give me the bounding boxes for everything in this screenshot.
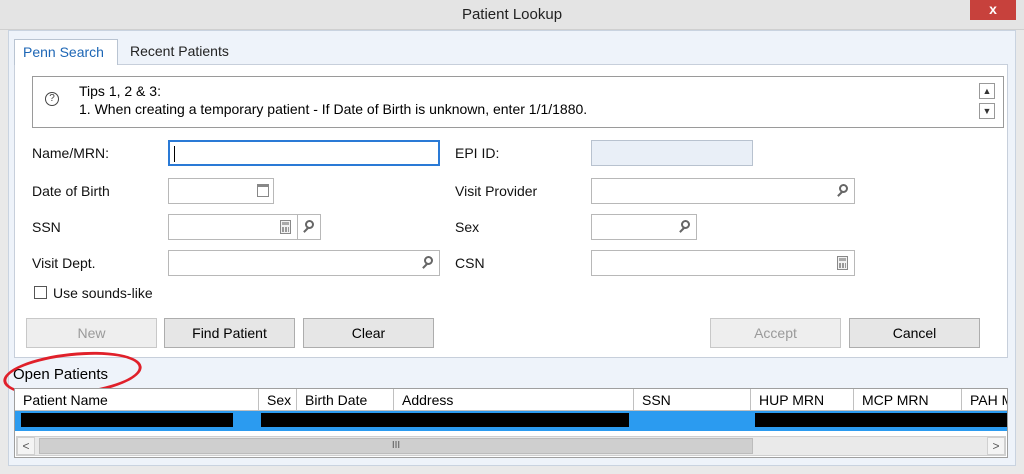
visit-dept-label: Visit Dept. bbox=[32, 255, 96, 271]
sounds-like-label[interactable]: Use sounds-like bbox=[53, 285, 153, 301]
window-title: Patient Lookup bbox=[461, 6, 563, 23]
tips-heading: Tips 1, 2 & 3: bbox=[79, 83, 161, 99]
close-button[interactable]: x bbox=[970, 0, 1016, 20]
title-bar: Patient Lookup x bbox=[0, 0, 1024, 30]
text-cursor bbox=[174, 146, 175, 162]
ssn-label: SSN bbox=[32, 219, 61, 235]
scroll-down-icon[interactable]: ▼ bbox=[979, 103, 995, 119]
dob-label: Date of Birth bbox=[32, 183, 110, 199]
column-header-birth-date[interactable]: Birth Date bbox=[297, 389, 394, 411]
epi-id-label: EPI ID: bbox=[455, 145, 500, 161]
clear-button[interactable]: Clear bbox=[303, 318, 434, 348]
cancel-button[interactable]: Cancel bbox=[849, 318, 980, 348]
column-header-patient-name[interactable]: Patient Name bbox=[15, 389, 259, 411]
ssn-input[interactable] bbox=[168, 214, 298, 240]
column-header-hup-mrn[interactable]: HUP MRN bbox=[751, 389, 854, 411]
name-mrn-label: Name/MRN: bbox=[32, 145, 110, 161]
visit-provider-label: Visit Provider bbox=[455, 183, 538, 199]
visit-dept-input[interactable] bbox=[168, 250, 440, 276]
new-button[interactable]: New bbox=[26, 318, 157, 348]
csn-label: CSN bbox=[455, 255, 485, 271]
visit-provider-input[interactable] bbox=[591, 178, 855, 204]
calculator-icon[interactable] bbox=[280, 220, 291, 234]
redacted-block bbox=[21, 413, 233, 427]
redacted-block bbox=[261, 413, 629, 427]
table-row[interactable] bbox=[15, 411, 1007, 431]
column-header-ssn[interactable]: SSN bbox=[634, 389, 751, 411]
search-icon bbox=[302, 220, 316, 234]
column-header-sex[interactable]: Sex bbox=[259, 389, 297, 411]
question-icon: ? bbox=[45, 92, 59, 106]
ssn-lookup-button[interactable] bbox=[297, 214, 321, 240]
column-header-pah-mrn[interactable]: PAH M bbox=[962, 389, 1007, 411]
tab-penn-search[interactable]: Penn Search bbox=[14, 39, 118, 65]
tips-box: ? Tips 1, 2 & 3: 1. When creating a temp… bbox=[32, 76, 1004, 128]
scroll-right-icon[interactable]: > bbox=[987, 437, 1005, 455]
sex-label: Sex bbox=[455, 219, 480, 235]
accept-button[interactable]: Accept bbox=[710, 318, 841, 348]
calculator-icon[interactable] bbox=[837, 256, 848, 270]
redacted-block bbox=[755, 413, 1007, 427]
name-mrn-input[interactable] bbox=[168, 140, 440, 166]
column-header-mcp-mrn[interactable]: MCP MRN bbox=[854, 389, 962, 411]
scrollbar-thumb[interactable]: III bbox=[39, 438, 753, 454]
horizontal-scrollbar[interactable]: < III > bbox=[16, 436, 1006, 456]
search-icon[interactable] bbox=[678, 220, 692, 234]
scroll-up-icon[interactable]: ▲ bbox=[979, 83, 995, 99]
sounds-like-checkbox[interactable] bbox=[34, 286, 47, 299]
dob-input[interactable] bbox=[168, 178, 274, 204]
csn-input[interactable] bbox=[591, 250, 855, 276]
search-icon[interactable] bbox=[421, 256, 435, 270]
epi-id-input bbox=[591, 140, 753, 166]
search-icon[interactable] bbox=[836, 184, 850, 198]
calendar-icon[interactable] bbox=[257, 184, 269, 197]
column-header-address[interactable]: Address bbox=[394, 389, 634, 411]
scroll-left-icon[interactable]: < bbox=[17, 437, 35, 455]
tips-text: 1. When creating a temporary patient - I… bbox=[79, 101, 588, 117]
sex-input[interactable] bbox=[591, 214, 697, 240]
find-patient-button[interactable]: Find Patient bbox=[164, 318, 295, 348]
open-patients-label: Open Patients bbox=[13, 366, 109, 383]
tab-recent-patients[interactable]: Recent Patients bbox=[122, 39, 250, 65]
